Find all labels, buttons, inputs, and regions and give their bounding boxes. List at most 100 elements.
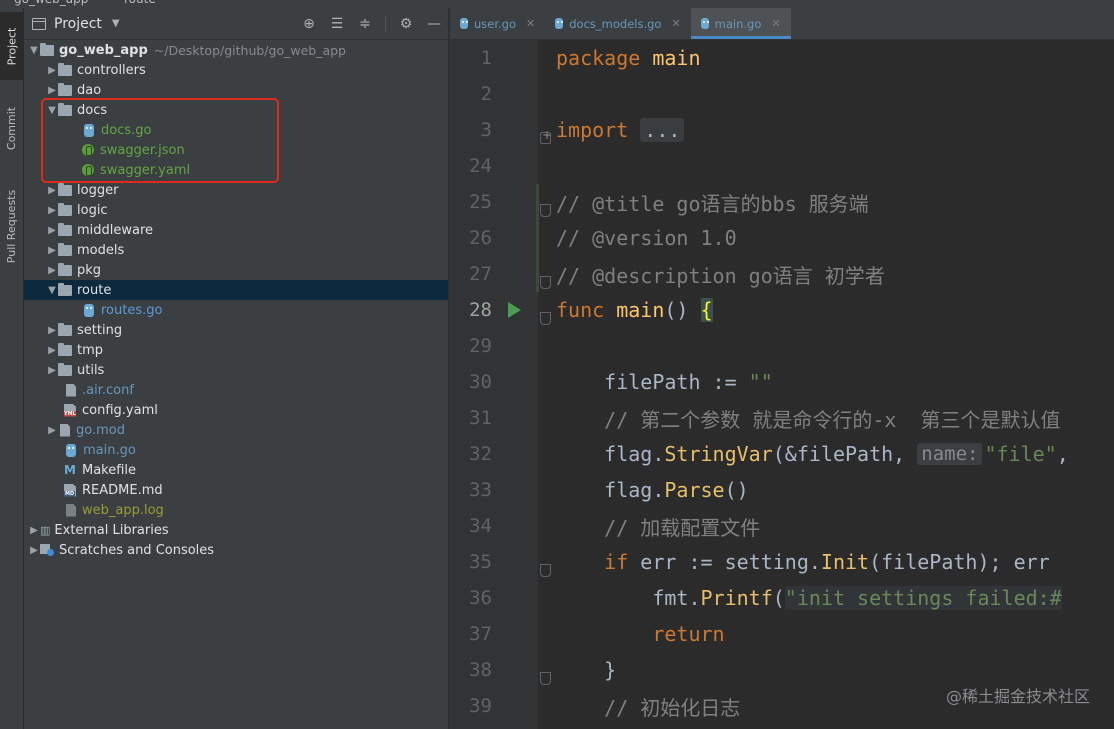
root-folder-label: go_web_app	[59, 42, 148, 58]
code-line: flag. StringVar (&filePath, name: "file",	[556, 436, 1069, 472]
code-string: "init settings failed:#	[784, 586, 1062, 610]
gear-icon[interactable]: ⚙	[398, 16, 414, 32]
code-token: flag.	[556, 442, 665, 466]
tree-item-controllers[interactable]: ▶ controllers	[24, 60, 448, 80]
line-number: 25	[469, 191, 492, 213]
tree-item-scratches[interactable]: ▶ Scratches and Consoles	[24, 540, 448, 560]
tree-item-label: .air.conf	[82, 382, 134, 398]
fold-icon[interactable]	[540, 564, 551, 577]
chevron-right-icon[interactable]: ▶	[46, 205, 58, 216]
code-token: ()	[664, 298, 701, 322]
chevron-down-icon[interactable]: ▼	[112, 18, 120, 29]
tab-user-go[interactable]: user.go ✕	[450, 8, 545, 39]
code-string: ""	[748, 370, 773, 394]
chevron-right-icon[interactable]: ▶	[46, 225, 58, 236]
collapse-all-icon[interactable]: ≑	[357, 16, 373, 32]
tree-item-go-mod[interactable]: ▶ go.mod	[24, 420, 448, 440]
chevron-down-icon[interactable]: ▼	[46, 285, 58, 296]
fold-icon[interactable]	[540, 672, 551, 685]
folder-icon	[58, 102, 72, 116]
line-number: 32	[469, 443, 492, 465]
fold-icon[interactable]	[540, 276, 551, 289]
tree-item-dao[interactable]: ▶ dao	[24, 80, 448, 100]
folder-icon	[58, 362, 72, 376]
tree-item-middleware[interactable]: ▶ middleware	[24, 220, 448, 240]
tree-item-label: dao	[77, 82, 102, 98]
toolbar-divider	[385, 16, 386, 32]
minimize-icon[interactable]: —	[426, 16, 442, 32]
code-comment: // @title go语言的bbs 服务端	[556, 191, 869, 216]
chevron-right-icon[interactable]: ▶	[46, 265, 58, 276]
tree-item-label: docs.go	[101, 122, 152, 138]
tree-item-utils[interactable]: ▶ utils	[24, 360, 448, 380]
chevron-right-icon[interactable]: ▶	[46, 345, 58, 356]
tree-item-external-libraries[interactable]: ▶ ▥ External Libraries	[24, 520, 448, 540]
fold-expand-icon[interactable]	[540, 128, 552, 144]
chevron-right-icon[interactable]: ▶	[46, 185, 58, 196]
project-tool-tab[interactable]: Project	[0, 12, 24, 80]
pull-requests-tool-tab[interactable]: Pull Requests	[0, 176, 24, 276]
expand-all-icon[interactable]: ☰	[329, 16, 345, 32]
tree-item-route[interactable]: ▼ route	[24, 280, 448, 300]
chevron-right-icon[interactable]: ▶	[46, 325, 58, 336]
tree-item-logic[interactable]: ▶ logic	[24, 200, 448, 220]
tree-root-go-web-app[interactable]: ▼ go_web_app ~/Desktop/github/go_web_app	[24, 40, 448, 60]
close-icon[interactable]: ✕	[671, 17, 680, 30]
tree-item-readme[interactable]: README.md	[24, 480, 448, 500]
code-editor: user.go ✕ docs_models.go ✕ main.go ✕ 1 2…	[449, 8, 1114, 729]
close-icon[interactable]: ✕	[526, 17, 535, 30]
fold-icon[interactable]	[540, 312, 551, 325]
tree-item-tmp[interactable]: ▶ tmp	[24, 340, 448, 360]
chevron-right-icon[interactable]: ▶	[46, 65, 58, 76]
code-token: Parse	[664, 478, 725, 502]
code-token: }	[556, 658, 617, 682]
tree-item-label: config.yaml	[82, 402, 158, 418]
tree-item-docs-go[interactable]: docs.go	[24, 120, 448, 140]
locate-file-icon[interactable]: ⊕	[301, 16, 317, 32]
line-number: 1	[480, 47, 492, 69]
tree-item-swagger-yaml[interactable]: swagger.yaml	[24, 160, 448, 180]
vcs-change-marker[interactable]	[536, 184, 539, 292]
project-panel-toolbar: ⊕ ☰ ≑ ⚙ —	[301, 16, 442, 32]
tree-item-logger[interactable]: ▶ logger	[24, 180, 448, 200]
chevron-right-icon[interactable]: ▶	[28, 525, 40, 536]
tree-item-label: Scratches and Consoles	[59, 542, 215, 558]
tree-item-pkg[interactable]: ▶ pkg	[24, 260, 448, 280]
chevron-right-icon[interactable]: ▶	[46, 365, 58, 376]
chevron-down-icon[interactable]: ▼	[46, 105, 58, 116]
tree-item-makefile[interactable]: M Makefile	[24, 460, 448, 480]
run-icon[interactable]	[508, 302, 521, 318]
fold-icon[interactable]	[540, 204, 551, 217]
go-file-icon	[555, 18, 564, 29]
tree-item-setting[interactable]: ▶ setting	[24, 320, 448, 340]
tree-item-docs[interactable]: ▼ docs	[24, 100, 448, 120]
close-icon[interactable]: ✕	[771, 17, 780, 30]
tree-item-label: Makefile	[82, 462, 137, 478]
line-number: 2	[480, 83, 492, 105]
tree-item-web-app-log[interactable]: web_app.log	[24, 500, 448, 520]
chevron-right-icon[interactable]: ▶	[46, 85, 58, 96]
tree-item-routes-go[interactable]: routes.go	[24, 300, 448, 320]
tab-docs-models-go[interactable]: docs_models.go ✕	[545, 8, 690, 39]
tree-item-main-go[interactable]: main.go	[24, 440, 448, 460]
tree-item-label: main.go	[83, 442, 136, 458]
tree-item-models[interactable]: ▶ models	[24, 240, 448, 260]
code-content[interactable]: package main import ... // @title go语言的b…	[556, 40, 1114, 729]
chevron-down-icon[interactable]: ▼	[28, 45, 40, 56]
commit-tool-tab[interactable]: Commit	[0, 98, 24, 158]
chevron-right-icon[interactable]: ▶	[46, 245, 58, 256]
go-mod-file-icon	[60, 423, 70, 437]
tree-item-air-conf[interactable]: .air.conf	[24, 380, 448, 400]
chevron-right-icon[interactable]: ▶	[28, 545, 40, 556]
line-number: 30	[469, 371, 492, 393]
tab-label: main.go	[714, 16, 762, 31]
project-view-selector[interactable]: Project	[54, 16, 102, 32]
tree-item-config-yaml[interactable]: config.yaml	[24, 400, 448, 420]
tree-item-swagger-json[interactable]: swagger.json	[24, 140, 448, 160]
tab-main-go[interactable]: main.go ✕	[690, 8, 791, 39]
folded-region[interactable]: ...	[640, 118, 685, 142]
chevron-right-icon[interactable]: ▶	[46, 425, 58, 436]
editor-gutter[interactable]: 1 2 3 24 25 26 27 28 29 30 31 32 33 34 3…	[450, 40, 539, 729]
line-number: 37	[469, 623, 492, 645]
tree-item-label: swagger.json	[100, 142, 185, 158]
